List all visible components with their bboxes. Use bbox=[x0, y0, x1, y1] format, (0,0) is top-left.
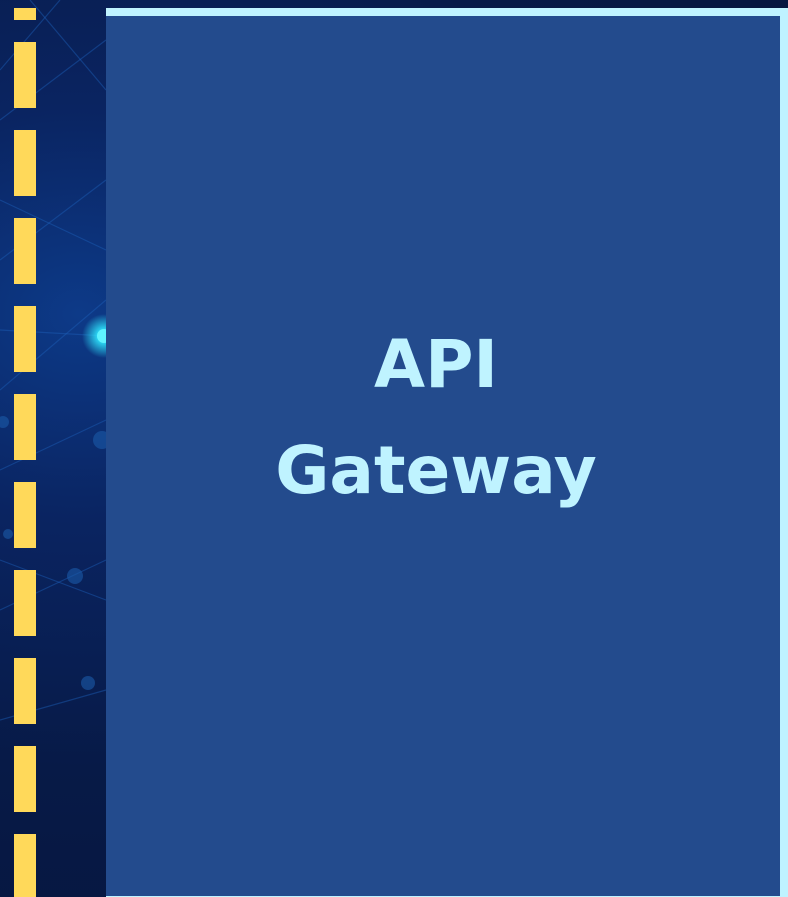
api-gateway-label: API Gateway bbox=[275, 312, 597, 524]
connector-dash bbox=[14, 42, 36, 108]
connector-dash bbox=[14, 8, 36, 20]
connector-dash bbox=[14, 834, 36, 897]
connector-dash bbox=[14, 130, 36, 196]
connector-dash bbox=[14, 218, 36, 284]
dashed-connector bbox=[14, 0, 36, 897]
connector-dash bbox=[14, 570, 36, 636]
label-line-1: API bbox=[373, 326, 498, 403]
diagram-canvas: API Gateway bbox=[0, 0, 788, 897]
connector-dash bbox=[14, 746, 36, 812]
label-line-2: Gateway bbox=[275, 432, 597, 509]
connector-dash bbox=[14, 658, 36, 724]
api-gateway-node[interactable]: API Gateway bbox=[106, 8, 788, 897]
connector-dash bbox=[14, 482, 36, 548]
connector-dash bbox=[14, 306, 36, 372]
connector-dash bbox=[14, 394, 36, 460]
